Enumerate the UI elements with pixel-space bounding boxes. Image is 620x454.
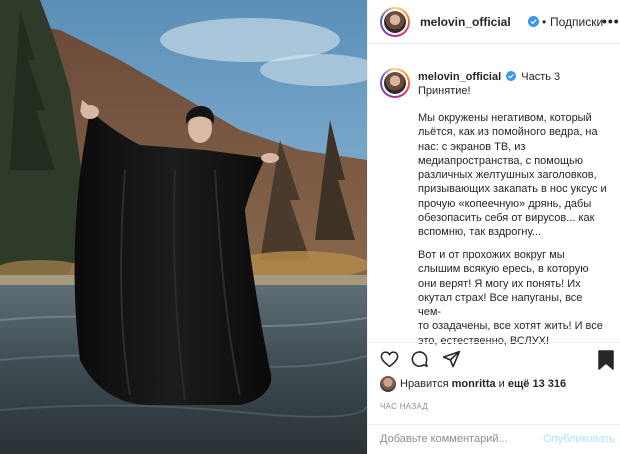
verified-badge-icon (528, 16, 539, 27)
more-options-icon[interactable]: ••• (602, 13, 620, 29)
verified-badge-icon (506, 71, 517, 81)
bookmark-icon[interactable] (598, 350, 614, 370)
likes-line: Нравится monritta и ещё 13 316 (380, 376, 615, 392)
caption-paragraph-2: Вот и от прохожих вокруг мы слышим всяку… (418, 249, 603, 347)
likes-prefix: Нравится (400, 378, 452, 390)
liker-avatar[interactable] (380, 376, 396, 392)
liker-username[interactable]: monritta (452, 378, 496, 390)
likes-count[interactable]: ещё 13 316 (508, 378, 566, 390)
caption-title: Часть 3 (521, 71, 561, 83)
caption-paragraph-1: Мы окружены негативом, который льётся, к… (418, 112, 607, 239)
post-header: melovin_official • Подписки ••• (368, 0, 620, 44)
caption-subtitle: Принятие! (418, 85, 471, 97)
publish-button[interactable]: Опубликовать (543, 433, 615, 445)
comment-bar: Опубликовать (368, 424, 620, 454)
header-separator: • (542, 15, 547, 29)
likes-middle: и (495, 378, 508, 390)
heart-icon[interactable] (380, 351, 399, 368)
caption-avatar[interactable] (380, 68, 410, 98)
caption-username[interactable]: melovin_official (418, 71, 501, 83)
post-photo[interactable] (0, 0, 367, 454)
comment-input[interactable] (380, 431, 530, 447)
comment-bubble-icon[interactable] (410, 350, 429, 369)
following-button[interactable]: Подписки (550, 15, 603, 29)
action-bar (368, 342, 620, 376)
post-side-panel: melovin_official • Подписки ••• melovin_… (367, 0, 620, 454)
author-username[interactable]: melovin_official (420, 15, 511, 29)
paper-plane-icon[interactable] (442, 350, 461, 369)
post-timestamp[interactable]: ЧАС НАЗАД (380, 402, 428, 411)
author-avatar[interactable] (380, 7, 410, 37)
caption-header: melovin_official Часть 3 Принятие! (418, 70, 608, 98)
